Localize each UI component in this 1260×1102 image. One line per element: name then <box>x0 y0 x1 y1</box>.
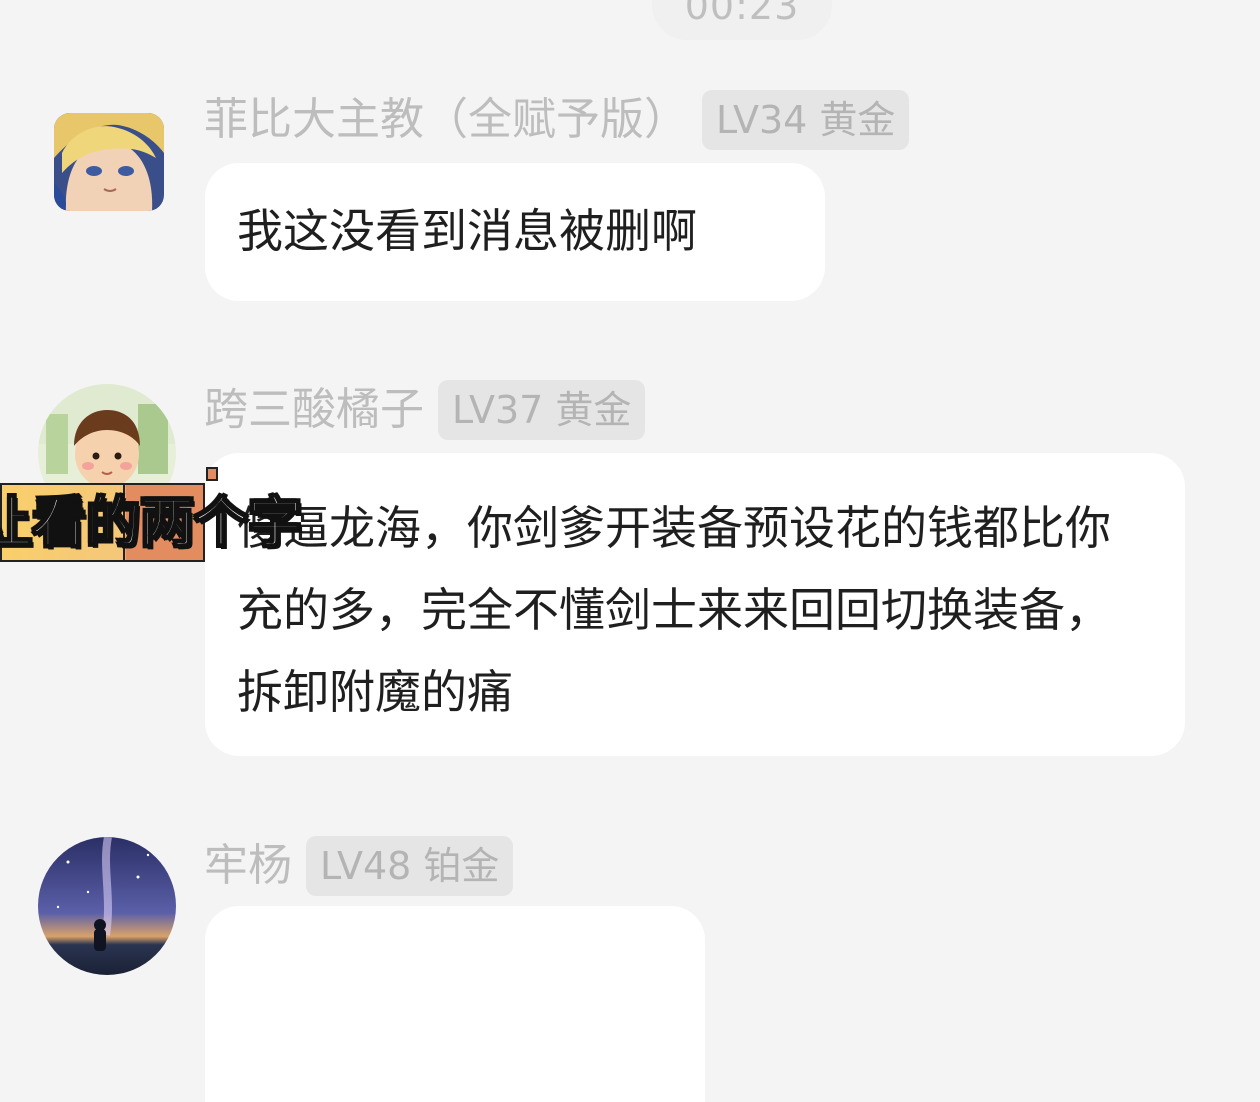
avatar[interactable] <box>38 837 176 975</box>
user-name[interactable]: 跨三酸橘子 <box>204 380 424 440</box>
message-bubble[interactable]: 傻逼龙海，你剑爹开装备预设花的钱都比你充的多，完全不懂剑士来来回回切换装备，拆卸… <box>205 453 1185 756</box>
level-badge: LV48 铂金 <box>306 836 514 896</box>
message-header: 跨三酸橘子 LV37 黄金 <box>204 380 646 440</box>
message-text: 我这没看到消息被删啊 <box>237 204 697 258</box>
timestamp-pill: 00:23 <box>652 0 832 40</box>
message-bubble[interactable]: 我这没看到消息被删啊 <box>205 163 825 301</box>
resize-handle-icon[interactable] <box>206 467 218 481</box>
level-badge: LV34 黄金 <box>702 90 910 150</box>
user-name[interactable]: 牢杨 <box>204 836 292 896</box>
timestamp-text: 00:23 <box>684 0 800 28</box>
caption-overlay-text: 让看的两个字 <box>0 490 303 555</box>
message-text: 傻逼龙海，你剑爹开装备预设花的钱都比你充的多，完全不懂剑士来来回回切换装备，拆卸… <box>237 501 1111 719</box>
user-name[interactable]: 菲比大主教（全赋予版） <box>204 90 688 150</box>
avatar[interactable] <box>54 113 164 211</box>
level-badge: LV37 黄金 <box>438 380 646 440</box>
message-header: 菲比大主教（全赋予版） LV34 黄金 <box>204 90 910 150</box>
message-bubble[interactable] <box>205 906 705 1102</box>
chat-screen: 00:23 菲比大主教（全赋予版） LV34 黄金 我这没看到消息被删啊 跨三酸… <box>0 0 1260 1102</box>
starry-sky-avatar-icon <box>38 837 176 975</box>
anime-girl-avatar-icon <box>54 113 164 211</box>
message-header: 牢杨 LV48 铂金 <box>204 836 514 896</box>
